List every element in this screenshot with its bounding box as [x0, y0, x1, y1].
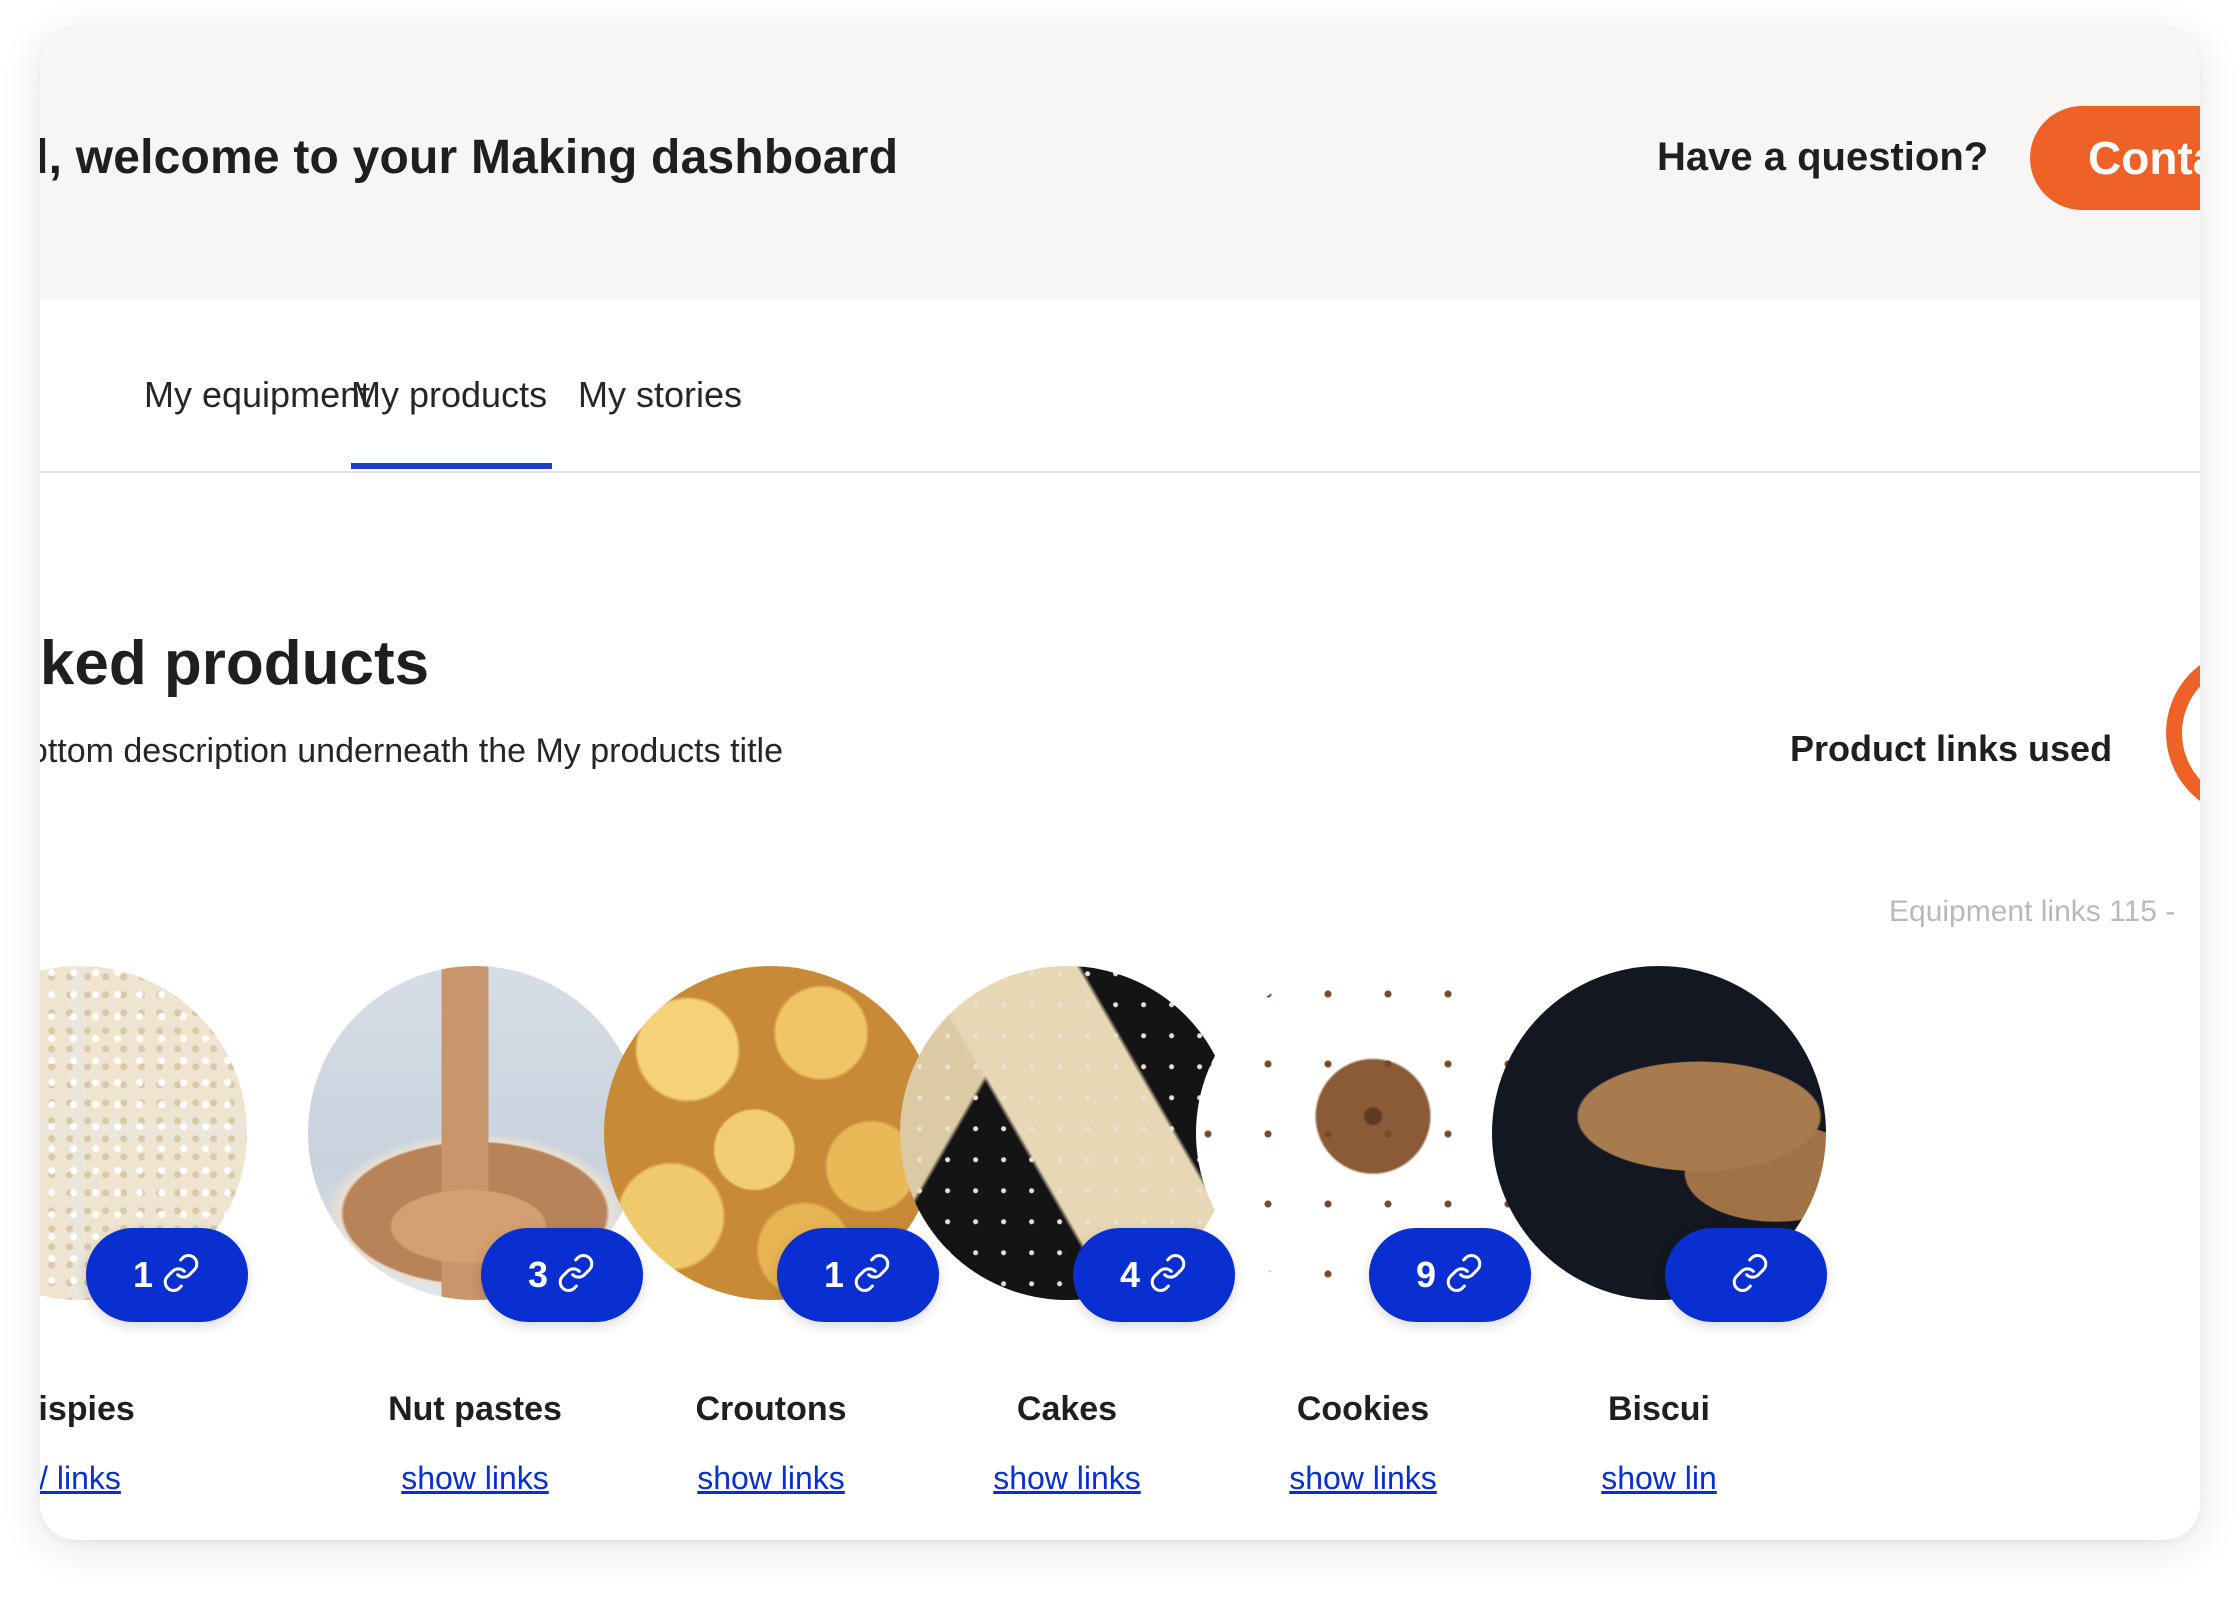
header-banner: ted, welcome to your Making dashboard Ha…	[40, 28, 2200, 300]
show-links-link[interactable]: show links	[900, 1460, 1234, 1497]
show-links-link[interactable]: show links	[1196, 1460, 1530, 1497]
show-links-link[interactable]: show links	[604, 1460, 938, 1497]
dashboard-window: ted, welcome to your Making dashboard Ha…	[40, 28, 2200, 1540]
tab-my-equipment[interactable]: My equipment	[144, 374, 370, 416]
link-icon	[1148, 1253, 1188, 1298]
link-icon	[1444, 1253, 1484, 1298]
tab-my-products[interactable]: My products	[351, 374, 547, 416]
link-count: 1	[132, 1254, 154, 1295]
show-links-link[interactable]: show lin	[1492, 1460, 1826, 1497]
product-name: Nut pastes	[388, 1390, 562, 1428]
product-card: 9 Cookies show links	[1196, 966, 1536, 1496]
tab-bar: My equipment My products My stories	[40, 300, 2200, 473]
page-title: nked products	[40, 629, 430, 698]
product-name: Cookies	[1296, 1390, 1430, 1428]
link-count: 9	[1415, 1254, 1437, 1295]
product-name: Croutons	[695, 1390, 847, 1428]
show-links-link[interactable]: / links	[40, 1460, 247, 1497]
links-used-meter: 1	[2166, 648, 2200, 818]
product-card: 1 Croutons show links	[604, 966, 944, 1496]
product-card: 3 Nut pastes show links	[308, 966, 648, 1496]
product-card: 1 rispies / links	[40, 966, 253, 1496]
welcome-title: ted, welcome to your Making dashboard	[40, 131, 899, 184]
link-count: 1	[823, 1254, 845, 1295]
product-link-count-badge[interactable]: 1	[86, 1228, 248, 1322]
link-count: 3	[527, 1254, 549, 1295]
tab-my-stories[interactable]: My stories	[578, 374, 742, 416]
product-link-count-badge[interactable]	[1665, 1228, 1827, 1322]
product-links-used-label: Product links used	[1790, 728, 2113, 769]
link-icon	[556, 1253, 596, 1298]
show-links-link[interactable]: show links	[308, 1460, 642, 1497]
product-name: rispies	[40, 1390, 135, 1428]
product-card: Biscui show lin	[1492, 966, 1832, 1496]
product-name: Cakes	[1016, 1390, 1118, 1428]
active-tab-indicator	[351, 463, 552, 469]
link-icon	[1730, 1253, 1770, 1298]
page-description: bottom description underneath the My pro…	[40, 732, 783, 770]
link-count: 4	[1119, 1254, 1141, 1295]
question-text: Have a question?	[1657, 135, 1989, 179]
link-icon	[161, 1253, 201, 1298]
link-icon	[852, 1253, 892, 1298]
product-name: Biscui	[1607, 1390, 1711, 1428]
contact-button[interactable]: Conta	[2030, 106, 2200, 210]
product-card: 4 Cakes show links	[900, 966, 1240, 1496]
equipment-links-count: Equipment links 115 -	[1889, 895, 2176, 928]
